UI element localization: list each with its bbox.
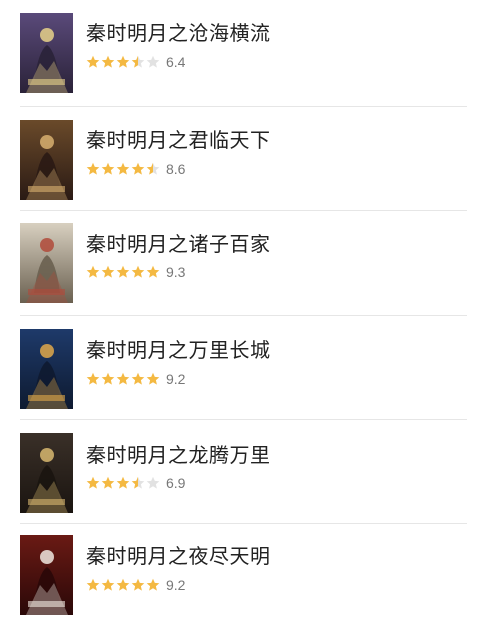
item-title[interactable]: 秦时明月之龙腾万里 [86,439,271,468]
list-item[interactable]: 秦时明月之君临天下 8.6 [0,107,483,211]
star-filled-icon [116,372,130,385]
star-filled-icon [146,265,160,278]
star-filled-icon [131,265,145,278]
star-filled-icon [86,265,100,278]
star-rating [86,265,160,279]
item-title[interactable]: 秦时明月之万里长城 [86,334,271,363]
star-filled-icon [116,476,130,489]
star-filled-icon [116,55,130,68]
rating-row: 9.2 [86,371,185,387]
rating-score: 8.6 [166,161,186,177]
item-title[interactable]: 秦时明月之君临天下 [86,124,271,153]
star-filled-icon [101,162,115,175]
star-filled-icon [101,55,115,68]
list-item[interactable]: 秦时明月之夜尽天明 9.2 [0,524,483,621]
poster-art [20,223,73,303]
poster-art [20,13,73,93]
rating-score: 9.2 [166,577,186,593]
poster-art [20,535,73,615]
cover-image[interactable] [20,223,73,303]
star-filled-icon [116,265,130,278]
star-rating [86,372,160,386]
rating-row: 6.9 [86,475,185,491]
cover-image[interactable] [20,13,73,93]
rating-score: 9.3 [166,264,186,280]
poster-art [20,120,73,200]
star-half-icon [131,476,145,489]
star-filled-icon [86,578,100,591]
star-filled-icon [101,265,115,278]
star-empty-icon [146,476,160,489]
list-item[interactable]: 秦时明月之沧海横流 6.4 [0,0,483,104]
star-filled-icon [86,55,100,68]
rating-row: 9.3 [86,264,185,280]
rating-row: 8.6 [86,161,185,177]
star-filled-icon [146,578,160,591]
item-title[interactable]: 秦时明月之诸子百家 [86,228,271,257]
list-item[interactable]: 秦时明月之诸子百家 9.3 [0,211,483,315]
item-title[interactable]: 秦时明月之沧海横流 [86,17,271,46]
poster-art [20,329,73,409]
cover-image[interactable] [20,433,73,513]
star-rating [86,55,160,69]
star-rating [86,578,160,592]
star-filled-icon [86,162,100,175]
star-half-icon [131,55,145,68]
star-filled-icon [131,372,145,385]
rating-score: 6.9 [166,475,186,491]
star-rating [86,162,160,176]
rating-score: 6.4 [166,54,186,70]
poster-art [20,433,73,513]
star-empty-icon [146,55,160,68]
star-filled-icon [116,578,130,591]
star-rating [86,476,160,490]
list-item[interactable]: 秦时明月之龙腾万里 6.9 [0,420,483,524]
star-filled-icon [101,476,115,489]
star-filled-icon [131,162,145,175]
star-filled-icon [116,162,130,175]
cover-image[interactable] [20,535,73,615]
star-filled-icon [101,372,115,385]
cover-image[interactable] [20,329,73,409]
drama-list: 秦时明月之沧海横流 6.4 秦时明月之君临天下 8.6 秦时明月之诸子百家 9.… [0,0,483,621]
star-filled-icon [86,476,100,489]
star-filled-icon [101,578,115,591]
rating-row: 6.4 [86,54,185,70]
list-item[interactable]: 秦时明月之万里长城 9.2 [0,316,483,420]
rating-row: 9.2 [86,577,185,593]
star-filled-icon [131,578,145,591]
star-filled-icon [146,372,160,385]
star-filled-icon [86,372,100,385]
item-title[interactable]: 秦时明月之夜尽天明 [86,540,271,569]
star-half-icon [146,162,160,175]
rating-score: 9.2 [166,371,186,387]
cover-image[interactable] [20,120,73,200]
